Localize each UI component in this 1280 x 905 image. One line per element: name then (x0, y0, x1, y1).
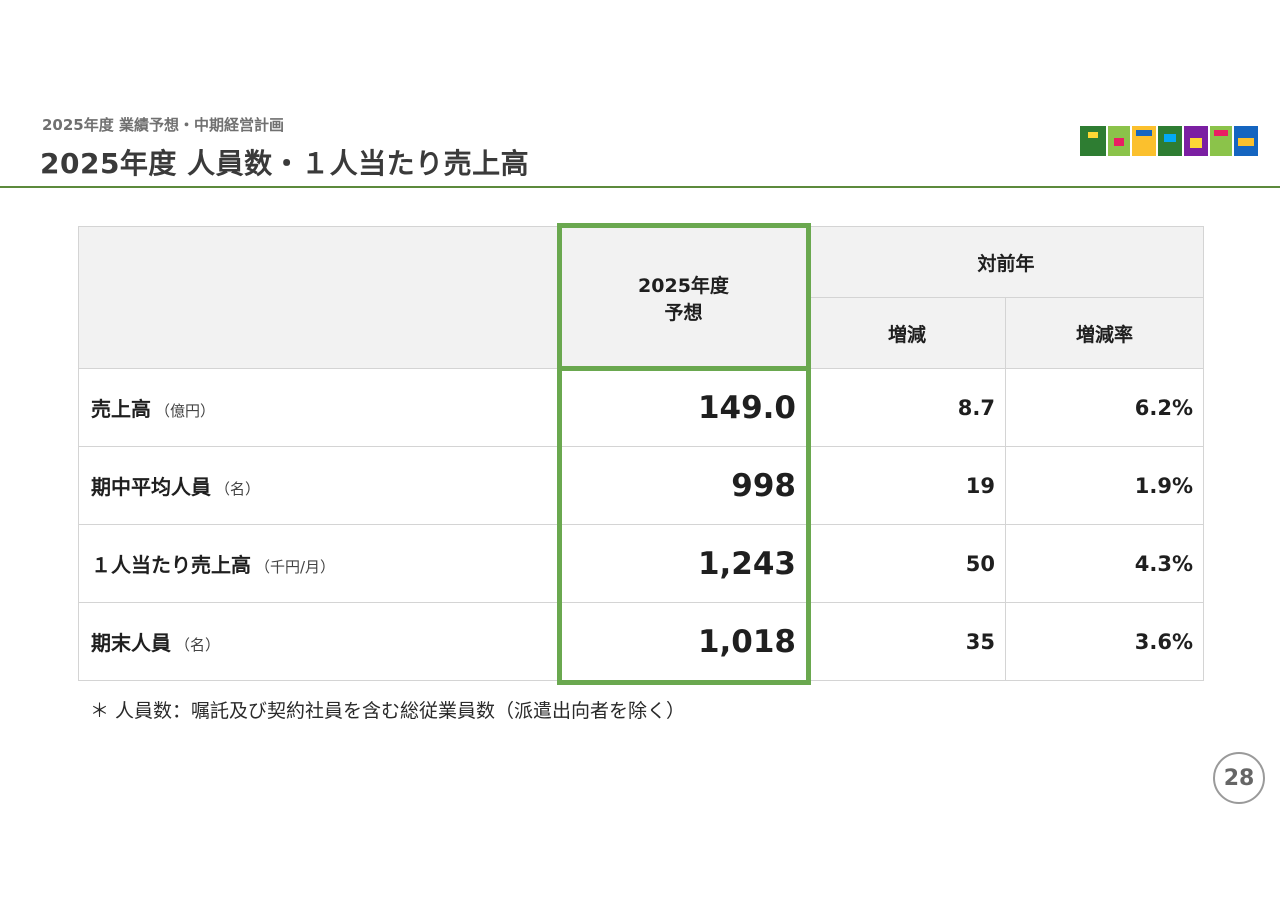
header-forecast: 2025年度 予想 (558, 226, 809, 369)
forecast-value: 1,018 (558, 602, 809, 681)
page-number: 28 (1213, 752, 1265, 804)
forecast-value: 1,243 (558, 524, 809, 603)
change-value: 50 (808, 524, 1006, 603)
rate-value: 6.2% (1004, 368, 1205, 447)
footnote: ＊ 人員数：嘱託及び契約社員を含む総従業員数（派遣出向者を除く） (90, 700, 686, 722)
table-row: 期末人員 （名） 1,018 35 3.6% (78, 602, 1205, 681)
row-unit: （名） (215, 480, 261, 498)
table-row: １人当たり売上高 （千円/月） 1,243 50 4.3% (78, 524, 1205, 603)
change-value: 8.7 (808, 368, 1006, 447)
forecast-value: 998 (558, 446, 809, 525)
row-unit: （名） (175, 636, 221, 654)
row-label: 期末人員 （名） (78, 602, 559, 681)
row-label: １人当たり売上高 （千円/月） (78, 524, 559, 603)
rate-value: 3.6% (1004, 602, 1205, 681)
header-empty-cell (78, 226, 559, 369)
table-row: 期中平均人員 （名） 998 19 1.9% (78, 446, 1205, 525)
change-value: 35 (808, 602, 1006, 681)
table-row: 売上高 （億円） 149.0 8.7 6.2% (78, 368, 1205, 447)
forecast-value: 149.0 (558, 368, 809, 447)
row-label: 売上高 （億円） (78, 368, 559, 447)
forecast-table: 2025年度 予想 対前年 増減 増減率 売上高 （億円） 149.0 8.7 6… (78, 226, 1205, 681)
header-divider (0, 186, 1280, 188)
header-forecast-year: 2025年度 (638, 274, 729, 297)
row-unit: （億円） (155, 402, 216, 420)
row-label: 期中平均人員 （名） (78, 446, 559, 525)
page-title: 2025年度 人員数・１人当たり売上高 (40, 147, 530, 180)
change-value: 19 (808, 446, 1006, 525)
header-forecast-label: 予想 (664, 301, 703, 324)
asante-logo (1080, 124, 1258, 158)
rate-value: 1.9% (1004, 446, 1205, 525)
row-unit: （千円/月） (255, 558, 336, 576)
header-yoy: 対前年 (807, 226, 1205, 298)
page-subtitle: 2025年度 業績予想・中期経営計画 (42, 116, 284, 134)
header-change: 増減 (808, 297, 1006, 369)
header-rate: 増減率 (1004, 297, 1205, 369)
rate-value: 4.3% (1004, 524, 1205, 603)
